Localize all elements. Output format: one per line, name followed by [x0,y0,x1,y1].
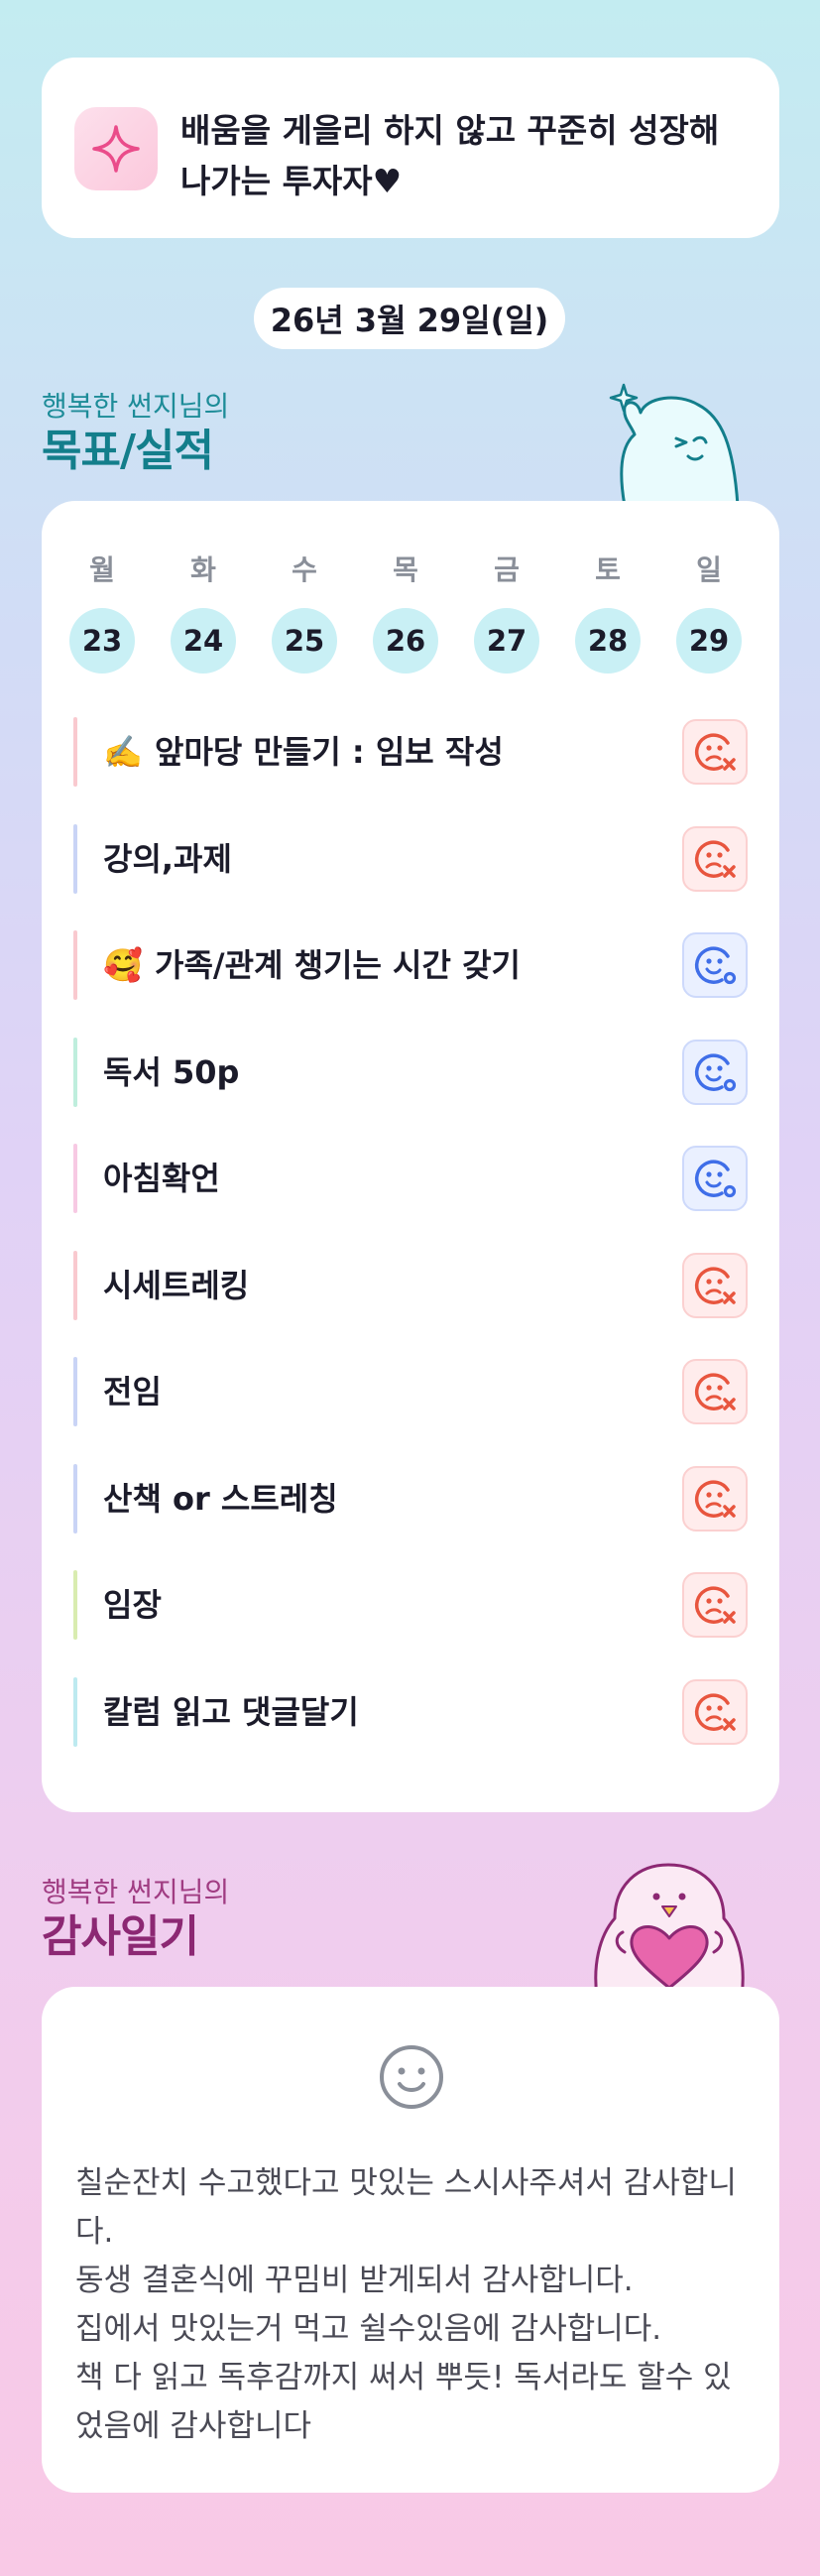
goal-row[interactable]: 산책 or 스트레칭 [73,1463,748,1533]
goal-achieved-icon[interactable] [682,932,748,998]
goal-color-bar [73,1144,77,1213]
goal-color-bar [73,1037,77,1107]
day-number: 24 [171,608,236,674]
day-name: 금 [494,553,520,586]
goal-label: 전임 [103,1357,162,1426]
goal-label-text: 앞마당 만들기 : 임보 작성 [155,733,504,771]
gratitude-line: 집에서 맛있는거 먹고 쉴수있음에 감사합니다. [75,2311,662,2347]
goal-missed-icon[interactable] [682,1252,748,1318]
goal-label: 칼럼 읽고 댓글달기 [103,1677,359,1747]
gratitude-line: 칠순잔치 수고했다고 맛있는 스시사주셔서 감사합니다. [75,2165,737,2250]
goal-missed-icon[interactable] [682,1678,748,1745]
goal-label: 시세트레킹 [103,1251,249,1320]
goal-label-text: 임장 [103,1586,162,1624]
gratitude-line: 책 다 읽고 독후감까지 써서 뿌듯! 독서라도 할수 있었음에 감사합니다 [75,2360,732,2444]
goal-color-bar [73,930,77,1000]
goal-color-bar [73,823,77,894]
goal-achieved-icon[interactable] [682,1146,748,1211]
mascot-heart-illustration [594,1863,745,1996]
goal-row[interactable]: 임장 [73,1570,748,1640]
day-name: 일 [696,553,722,586]
goal-missed-icon[interactable] [682,1572,748,1638]
day-name: 토 [595,553,621,586]
goal-emoji-icon: 🥰 [103,946,143,984]
day-mon[interactable]: 월 23 [69,551,135,674]
goal-label: 강의,과제 [103,824,232,894]
day-number: 28 [575,608,641,674]
day-name: 화 [190,553,216,586]
goal-missed-icon[interactable] [682,825,748,892]
mascot-waving-illustration [609,383,740,506]
day-tue[interactable]: 화 24 [171,551,236,674]
goal-label-text: 칼럼 읽고 댓글달기 [103,1692,359,1731]
goal-label: 아침확언 [103,1144,220,1213]
goal-row[interactable]: 아침확언 [73,1144,748,1213]
goal-achieved-icon[interactable] [682,1039,748,1105]
goal-label-text: 아침확언 [103,1160,220,1197]
goal-label-text: 시세트레킹 [103,1266,250,1304]
goal-color-bar [73,1676,77,1747]
goal-emoji-icon: ✍️ [103,733,143,771]
goal-label: 산책 or 스트레칭 [103,1464,338,1533]
goal-row[interactable]: 독서 50p [73,1037,748,1107]
day-sat[interactable]: 토 28 [575,551,641,674]
goal-label-text: 전임 [103,1373,162,1411]
goal-label-text: 독서 50p [103,1052,240,1091]
day-number: 27 [474,608,539,674]
goal-label: 🥰 가족/관계 챙기는 시간 갖기 [103,930,521,1000]
goal-color-bar [73,1463,77,1533]
day-thu[interactable]: 목 26 [373,551,438,674]
goal-row[interactable]: 칼럼 읽고 댓글달기 [73,1676,748,1747]
goal-label-text: 가족/관계 챙기는 시간 갖기 [155,946,521,984]
goal-row[interactable]: 강의,과제 [73,823,748,894]
day-name: 목 [393,553,418,586]
goal-color-bar [73,1357,77,1426]
goal-label-text: 산책 or 스트레칭 [103,1479,338,1518]
day-number: 23 [69,608,135,674]
motto-text: 배움을 게을리 하지 않고 꾸준히 성장해 나가는 투자자♥ [180,111,720,200]
goal-row[interactable]: ✍️ 앞마당 만들기 : 임보 작성 [73,717,748,787]
goal-label: ✍️ 앞마당 만들기 : 임보 작성 [103,717,504,787]
goal-label-text: 강의,과제 [103,839,232,878]
goal-row[interactable]: 시세트레킹 [73,1250,748,1320]
day-name: 월 [89,553,115,586]
goals-section-title: 목표/실적 [42,426,214,476]
day-fri[interactable]: 금 27 [474,551,539,674]
goal-missed-icon[interactable] [682,719,748,785]
day-number: 29 [676,608,742,674]
sparkle-icon [74,107,158,190]
gratitude-text: 칠순잔치 수고했다고 맛있는 스시사주셔서 감사합니다. 동생 결혼식에 꾸밈비… [75,2159,750,2451]
goal-row[interactable]: 전임 [73,1357,748,1426]
goal-color-bar [73,717,77,787]
gratitude-line: 동생 결혼식에 꾸밈비 받게되서 감사합니다. [75,2263,634,2298]
goal-color-bar [73,1250,77,1320]
goals-card: 월 23 화 24 수 25 목 26 금 27 토 28 일 29 ✍️ 앞마당… [42,501,779,1812]
goal-label: 독서 50p [103,1038,239,1107]
day-number: 26 [373,608,438,674]
motto-card: 배움을 게을리 하지 않고 꾸준히 성장해 나가는 투자자♥ [42,58,779,238]
gratitude-card: 칠순잔치 수고했다고 맛있는 스시사주셔서 감사합니다. 동생 결혼식에 꾸밈비… [42,1987,779,2493]
goal-label: 임장 [103,1570,162,1640]
goal-missed-icon[interactable] [682,1465,748,1532]
gratitude-section-title: 감사일기 [42,1911,199,1962]
day-number: 25 [272,608,337,674]
week-strip: 월 23 화 24 수 25 목 26 금 27 토 28 일 29 [69,551,763,679]
date-selector[interactable]: 26년 3월 29일(일) [254,288,565,349]
day-sun[interactable]: 일 29 [676,551,742,674]
goal-missed-icon[interactable] [682,1359,748,1424]
goal-color-bar [73,1570,77,1640]
day-name: 수 [292,553,317,586]
smile-face-icon [380,2045,443,2109]
goal-row[interactable]: 🥰 가족/관계 챙기는 시간 갖기 [73,930,748,1000]
day-wed[interactable]: 수 25 [272,551,337,674]
